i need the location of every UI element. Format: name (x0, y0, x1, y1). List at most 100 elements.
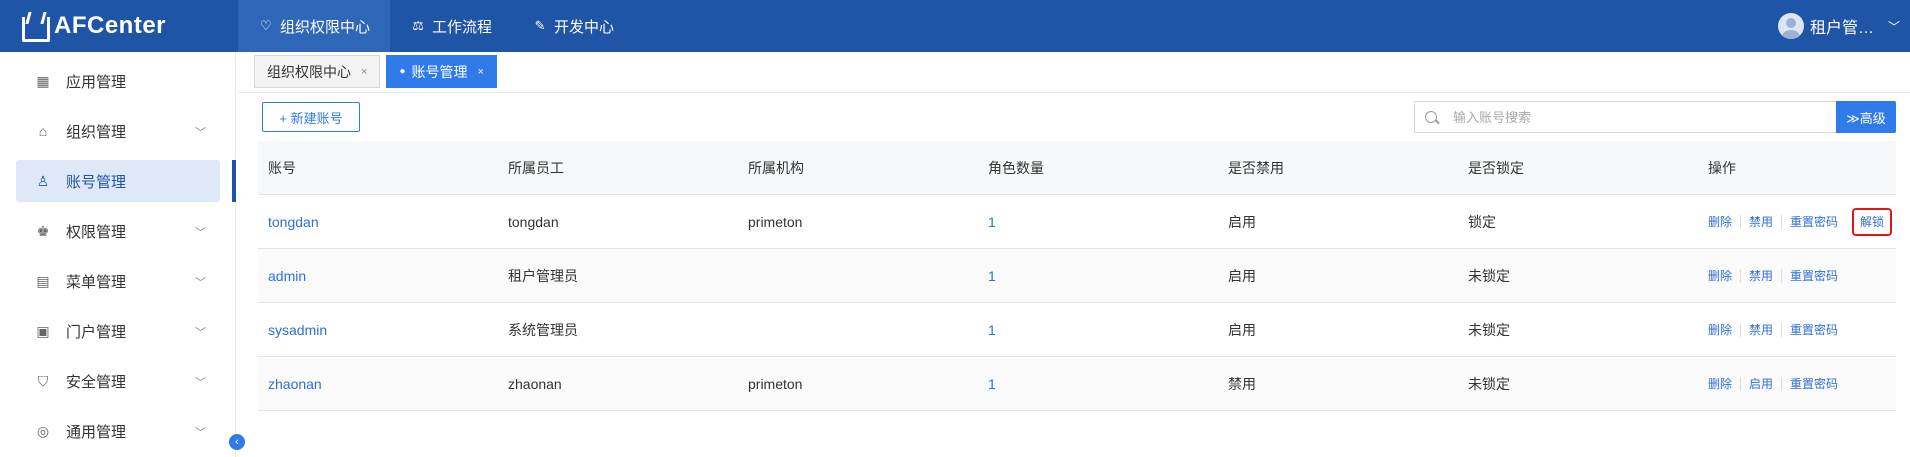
employee-cell: 系统管理员 (508, 322, 578, 338)
account-link[interactable]: sysadmin (268, 303, 327, 357)
locked-cell: 锁定 (1468, 214, 1496, 230)
app-title: AFCenter (54, 12, 167, 39)
sidebar: ▦ 应用管理 ⌂ 组织管理 ﹀ ♙ 账号管理 ♚ 权限管理 ﹀ ▤ 菜单管理 ﹀… (0, 52, 236, 457)
sidebar-active-indicator (232, 160, 236, 202)
table-row: sysadmin 系统管理员 1 启用 未锁定 删除 禁用 重置密码 (258, 303, 1896, 357)
reset-password-button[interactable]: 重置密码 (1781, 215, 1846, 229)
new-account-button[interactable]: + 新建账号 (262, 102, 360, 132)
role-count-link[interactable]: 1 (988, 357, 996, 411)
account-link[interactable]: tongdan (268, 195, 319, 249)
chevron-down-icon: ﹀ (195, 227, 206, 239)
grid-icon: ▦ (36, 72, 50, 89)
reset-password-button[interactable]: 重置密码 (1781, 269, 1846, 283)
app-logo[interactable]: AFCenter (18, 8, 166, 44)
menu-doc-icon: ▤ (36, 272, 50, 289)
disabled-cell: 启用 (1228, 322, 1256, 338)
disable-button[interactable]: 禁用 (1740, 215, 1781, 229)
sidebar-item-menu[interactable]: ▤ 菜单管理 ﹀ (16, 260, 220, 302)
role-count-link[interactable]: 1 (988, 195, 996, 249)
locked-cell: 未锁定 (1468, 376, 1510, 392)
sidebar-item-account[interactable]: ♙ 账号管理 (16, 160, 220, 202)
nav-label: 工作流程 (432, 18, 493, 36)
delete-button[interactable]: 删除 (1708, 269, 1740, 283)
role-count-link[interactable]: 1 (988, 249, 996, 303)
table-row: admin 租户管理员 1 启用 未锁定 删除 禁用 重置密码 (258, 249, 1896, 303)
chevron-down-icon: ﹀ (195, 327, 206, 339)
employee-cell: 租户管理员 (508, 268, 578, 284)
chevron-down-icon: ﹀ (195, 377, 206, 389)
unlock-button[interactable]: 解锁 (1852, 208, 1893, 236)
chevron-down-icon: ﹀ (195, 127, 206, 139)
chevron-left-icon: ‹ (235, 436, 239, 448)
sidebar-item-org[interactable]: ⌂ 组织管理 ﹀ (16, 110, 220, 152)
collapse-sidebar-button[interactable]: ‹ (229, 434, 245, 450)
user-name: 租户管… (1809, 20, 1874, 37)
column-header: 所属机构 (748, 160, 804, 176)
sidebar-item-label: 门户管理 (66, 323, 127, 341)
sidebar-item-label: 权限管理 (66, 223, 127, 241)
nav-item-workflow[interactable]: ⚖ 工作流程 (390, 0, 512, 52)
delete-button[interactable]: 删除 (1708, 377, 1740, 391)
scale-icon: ⚖ (412, 18, 424, 33)
account-link[interactable]: zhaonan (268, 357, 322, 411)
tab-org-permission[interactable]: 组织权限中心 × (254, 55, 381, 88)
chevron-down-icon: ﹀ (195, 277, 206, 289)
column-header: 是否禁用 (1228, 160, 1284, 176)
row-actions: 删除 禁用 重置密码 解锁 (1708, 195, 1893, 249)
sidebar-item-label: 账号管理 (66, 173, 127, 191)
enable-button[interactable]: 启用 (1740, 377, 1781, 391)
portal-icon: ▣ (36, 322, 50, 339)
nav-item-dev-center[interactable]: ✎ 开发中心 (512, 0, 634, 52)
close-icon[interactable]: × (361, 66, 367, 78)
employee-cell: tongdan (508, 214, 559, 230)
reset-password-button[interactable]: 重置密码 (1781, 323, 1846, 337)
sidebar-item-app[interactable]: ▦ 应用管理 (16, 60, 220, 102)
row-actions: 删除 启用 重置密码 (1708, 357, 1846, 411)
org-cell: primeton (748, 214, 803, 230)
disabled-cell: 启用 (1228, 214, 1256, 230)
chevron-down-icon: ﹀ (1887, 19, 1900, 34)
table-row: tongdan tongdan primeton 1 启用 锁定 删除 禁用 重… (258, 195, 1896, 249)
role-count-link[interactable]: 1 (988, 303, 996, 357)
column-header: 角色数量 (988, 160, 1044, 176)
user-menu[interactable]: 租户管… ﹀ (1777, 0, 1900, 52)
column-header: 所属员工 (508, 160, 564, 176)
search-input[interactable] (1453, 109, 1813, 125)
row-actions: 删除 禁用 重置密码 (1708, 249, 1846, 303)
logo-mark-icon (18, 11, 50, 42)
delete-button[interactable]: 删除 (1708, 323, 1740, 337)
sidebar-item-portal[interactable]: ▣ 门户管理 ﹀ (16, 310, 220, 352)
nav-label: 组织权限中心 (280, 18, 371, 36)
heart-shield-icon: ♡ (260, 18, 272, 33)
account-link[interactable]: admin (268, 249, 306, 303)
sidebar-item-label: 菜单管理 (66, 273, 127, 291)
account-table: 账号 所属员工 所属机构 角色数量 是否禁用 是否锁定 操作 tongdan t… (258, 141, 1896, 411)
page-tabs: 组织权限中心 × ● 账号管理 × (254, 55, 503, 88)
avatar (1777, 13, 1804, 39)
disable-button[interactable]: 禁用 (1740, 323, 1781, 337)
search-icon (1425, 111, 1437, 123)
sidebar-item-label: 组织管理 (66, 123, 127, 141)
disabled-cell: 启用 (1228, 268, 1256, 284)
dot-icon: ● (399, 66, 406, 77)
disabled-cell: 禁用 (1228, 376, 1256, 392)
tab-account[interactable]: ● 账号管理 × (386, 55, 497, 88)
org-cell: primeton (748, 376, 803, 392)
advanced-search-button[interactable]: ≫高级 (1836, 101, 1896, 133)
sidebar-item-permission[interactable]: ♚ 权限管理 ﹀ (16, 210, 220, 252)
column-header: 账号 (268, 160, 296, 176)
row-actions: 删除 禁用 重置密码 (1708, 303, 1846, 357)
top-nav: ♡ 组织权限中心 ⚖ 工作流程 ✎ 开发中心 (238, 0, 634, 52)
nav-item-org-permission[interactable]: ♡ 组织权限中心 (238, 0, 391, 52)
sidebar-item-label: 应用管理 (66, 73, 127, 91)
sidebar-item-security[interactable]: ⛉ 安全管理 ﹀ (16, 360, 220, 402)
nav-label: 开发中心 (554, 18, 615, 36)
close-icon[interactable]: × (477, 66, 483, 78)
disable-button[interactable]: 禁用 (1740, 269, 1781, 283)
delete-button[interactable]: 删除 (1708, 215, 1740, 229)
employee-cell: zhaonan (508, 376, 562, 392)
settings-icon: ◎ (36, 422, 50, 439)
sidebar-item-general[interactable]: ◎ 通用管理 ﹀ (16, 410, 220, 452)
reset-password-button[interactable]: 重置密码 (1781, 377, 1846, 391)
search-box (1414, 101, 1836, 133)
